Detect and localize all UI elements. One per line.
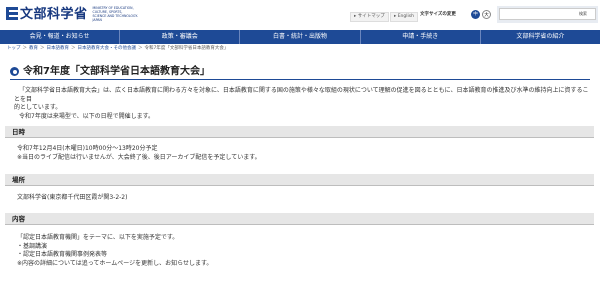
intro-note: 令和7年度は来場型で、以下の日程で開催します。	[19, 113, 154, 121]
site-logo[interactable]: 文部科学省 MINISTRY OF EDUCATION, CULTURE, SP…	[6, 6, 139, 24]
title-bullet-icon	[10, 67, 19, 77]
content-line: ・認定日本語教育機関事例発表等	[17, 251, 108, 259]
global-nav: 会見・報道・お知らせ 政策・審議会 白書・統計・出版物 申請・手続き 文部科学省…	[0, 30, 600, 44]
logo-subtitle: MINISTRY OF EDUCATION, CULTURE, SPORTS, …	[92, 6, 139, 22]
title-divider	[10, 79, 590, 80]
fontsize-medium-button[interactable]: 中	[471, 10, 480, 19]
sitemap-link-label[interactable]: ▸ サイトマップ	[350, 12, 389, 23]
site-header: 文部科学省 MINISTRY OF EDUCATION, CULTURE, SP…	[0, 0, 600, 30]
breadcrumb-separator: ＞	[22, 46, 28, 51]
breadcrumb-link[interactable]: 教育	[29, 46, 38, 52]
breadcrumb-link[interactable]: トップ	[7, 46, 21, 52]
logo-sub-line: SCIENCE AND TECHNOLOGY-JAPAN	[92, 13, 139, 22]
section-body-content: 「認定日本語教育機関」をテーマに、以下を実施予定です。 ・基調講演 ・認定日本語…	[17, 234, 577, 269]
section-heading-place: 場所	[5, 174, 594, 186]
search-button[interactable]: 検索	[579, 11, 587, 16]
content-line: ※内容の詳細については追ってホームページを更新し、お知らせします。	[17, 260, 213, 268]
place-line: 文部科学省(東京都千代田区霞が関3-2-2)	[17, 194, 128, 201]
sitemap-text: サイトマップ	[357, 14, 385, 19]
breadcrumb: トップ＞ 教育＞ 日本語教育＞ 日本語教育大会・その他会議＞ 令和7年度「文部科…	[7, 46, 228, 52]
section-body-place: 文部科学省(東京都千代田区霞が関3-2-2)	[17, 194, 577, 203]
content-line: 「認定日本語教育機関」をテーマに、以下を実施予定です。	[17, 234, 179, 241]
fontsize-label: 文字サイズの変更	[420, 12, 456, 17]
section-heading-content: 内容	[5, 213, 594, 225]
intro-line: 的としています。	[14, 104, 62, 112]
intro-text: 「文部科学省日本語教育大会」は、広く日本語教育に関わる方々を対象に、日本語教育に…	[14, 87, 592, 122]
sitemap-link[interactable]: ▸ サイトマップ	[350, 12, 389, 23]
date-line: 令和7年12月4日(木曜日)10時00分～13時20分予定	[17, 145, 158, 152]
breadcrumb-separator: ＞	[71, 46, 76, 51]
intro-line: 「文部科学省日本語教育大会」は、広く日本語教育に関わる方々を対象に、日本語教育に…	[14, 87, 589, 103]
nav-item-publications[interactable]: 白書・統計・出版物	[240, 30, 361, 44]
breadcrumb-link[interactable]: 日本語教育	[47, 46, 70, 52]
section-body-date: 令和7年12月4日(木曜日)10時00分～13時20分予定 ※当日のライブ配信は…	[17, 145, 577, 162]
breadcrumb-link[interactable]: 日本語教育大会・その他会議	[78, 46, 137, 52]
english-link-label[interactable]: ▸ English	[390, 12, 418, 23]
breadcrumb-separator: ＞	[40, 46, 45, 51]
nav-item-applications[interactable]: 申請・手続き	[361, 30, 481, 44]
logo-title: 文部科学省	[20, 7, 88, 22]
nav-item-press[interactable]: 会見・報道・お知らせ	[0, 30, 121, 44]
english-link[interactable]: ▸ English	[390, 12, 418, 23]
nav-item-policy[interactable]: 政策・審議会	[120, 30, 241, 44]
nav-item-about[interactable]: 文部科学省の紹介	[481, 30, 600, 44]
breadcrumb-separator: ＞	[138, 46, 143, 51]
breadcrumb-current: 令和7年度「文部科学省日本語教育大会」	[144, 46, 229, 51]
english-text: English	[397, 14, 414, 19]
mext-logo-icon	[6, 7, 18, 22]
date-note: ※当日のライブ配信は行いませんが、大会終了後、後日アーカイブ配信を予定しています…	[17, 153, 261, 161]
fontsize-large-button[interactable]: 大	[482, 10, 491, 19]
section-heading-date: 日時	[5, 126, 594, 138]
page-title-text: 令和7年度「文部科学省日本語教育大会」	[23, 66, 210, 77]
page-title: 令和7年度「文部科学省日本語教育大会」	[10, 65, 210, 79]
